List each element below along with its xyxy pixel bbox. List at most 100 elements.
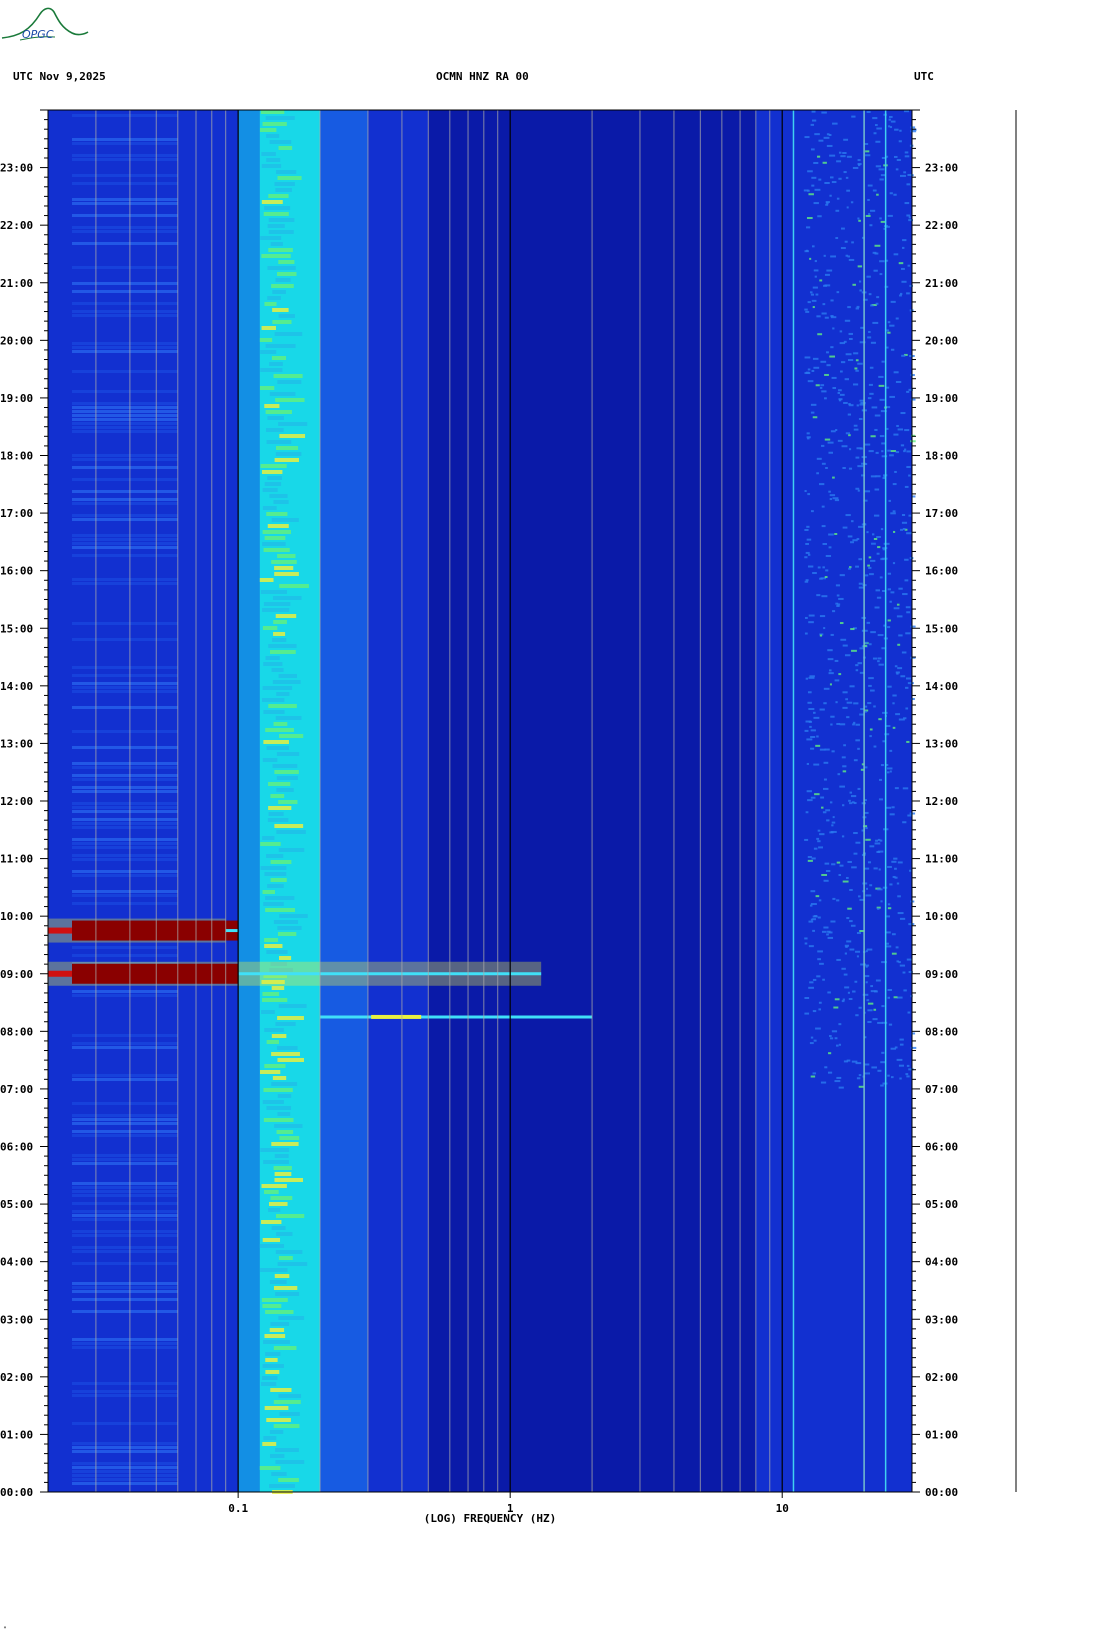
- hf-noise-speck: [809, 257, 812, 260]
- low-freq-stripe: [72, 666, 178, 669]
- microseism-cell: [278, 1316, 305, 1320]
- hf-noise-speck: [841, 445, 848, 448]
- hf-noise-speck: [831, 376, 837, 379]
- hf-noise-speck: [879, 839, 883, 842]
- low-freq-stripe: [72, 182, 178, 185]
- hf-noise-speck: [822, 787, 829, 790]
- hf-noise-speck: [857, 662, 863, 665]
- microseism-cell: [273, 620, 287, 624]
- microseism-cell: [265, 410, 292, 414]
- hf-noise-speck: [806, 538, 812, 541]
- hf-noise-speck: [876, 535, 881, 538]
- hf-noise-speck: [829, 831, 834, 834]
- hf-noise-speck: [902, 821, 907, 824]
- hf-noise-speck: [838, 1043, 841, 1046]
- low-freq-stripe: [72, 690, 178, 693]
- hf-noise-speck: [844, 240, 848, 243]
- hf-noise-speck: [812, 1072, 817, 1075]
- microseism-cell: [270, 878, 287, 882]
- hf-noise-speck: [874, 124, 878, 127]
- y-tick-label-left: 17:00: [0, 507, 33, 520]
- y-tick-label-left: 01:00: [0, 1428, 33, 1441]
- hf-noise-speck: [873, 705, 876, 708]
- hf-noise-speck: [850, 795, 857, 798]
- low-freq-stripe: [72, 1474, 178, 1477]
- low-freq-stripe: [72, 1482, 178, 1485]
- microseism-cell: [271, 518, 299, 522]
- hf-noise-speck: [893, 433, 899, 436]
- microseism-cell: [271, 668, 284, 672]
- hf-noise-speck: [832, 122, 838, 125]
- low-freq-stripe: [72, 202, 178, 205]
- hf-noise-speck: [905, 677, 911, 680]
- hf-noise-speck: [832, 610, 836, 613]
- microseism-cell: [268, 218, 295, 222]
- event-peak: [371, 1014, 422, 1019]
- hf-noise-speck: [897, 667, 903, 670]
- microseism-cell: [271, 1226, 286, 1230]
- microseism-cell: [268, 230, 294, 234]
- microseism-cell: [263, 548, 290, 552]
- hf-noise-speck: [887, 588, 891, 591]
- low-freq-stripe: [72, 990, 178, 993]
- hf-noise-speck: [887, 988, 893, 991]
- hf-noise-speck: [828, 1052, 832, 1055]
- hf-noise-speck: [864, 443, 871, 446]
- hf-noise-speck: [851, 866, 857, 869]
- hf-noise-speck: [827, 658, 834, 661]
- low-freq-stripe: [72, 498, 178, 501]
- hf-noise-speck: [865, 838, 871, 841]
- hf-noise-speck: [842, 770, 847, 773]
- microseism-cell: [275, 1448, 299, 1452]
- hf-noise-speck: [824, 373, 829, 376]
- hf-noise-speck: [836, 722, 841, 725]
- hf-noise-speck: [890, 591, 895, 594]
- hf-noise-speck: [880, 900, 883, 903]
- microseism-cell: [265, 1310, 294, 1314]
- microseism-cell: [264, 482, 282, 486]
- hf-noise-speck: [842, 880, 849, 883]
- hf-noise-speck: [865, 150, 870, 153]
- low-freq-stripe: [72, 198, 178, 201]
- hf-noise-speck: [821, 930, 827, 933]
- low-freq-stripe: [72, 346, 178, 349]
- hf-noise-speck: [845, 698, 849, 701]
- hf-noise-speck: [892, 562, 896, 565]
- hf-noise-speck: [899, 964, 906, 967]
- y-tick-label-left: 22:00: [0, 219, 33, 232]
- low-freq-stripe: [72, 786, 178, 789]
- low-freq-stripe: [72, 534, 178, 537]
- hf-noise-speck: [857, 362, 863, 365]
- microseism-cell: [270, 242, 283, 246]
- hf-noise-speck: [901, 514, 906, 517]
- hf-noise-speck: [876, 296, 880, 299]
- microseism-cell: [276, 752, 300, 756]
- microseism-cell: [273, 374, 303, 378]
- microseism-cell: [269, 650, 296, 654]
- hf-noise-speck: [905, 686, 909, 689]
- hf-noise-speck: [878, 384, 885, 387]
- hf-noise-speck: [857, 489, 860, 492]
- hf-noise-speck: [872, 657, 878, 660]
- hf-noise-speck: [852, 990, 856, 993]
- hf-noise-speck: [899, 174, 906, 177]
- hf-noise-speck: [806, 790, 812, 793]
- microseism-cell: [273, 500, 289, 504]
- low-freq-stripe: [72, 410, 178, 413]
- hf-noise-speck: [889, 749, 893, 752]
- hf-noise-speck: [823, 761, 829, 764]
- y-tick-label-left: 03:00: [0, 1313, 33, 1326]
- hf-noise-speck: [826, 819, 830, 822]
- microseism-cell: [271, 560, 297, 564]
- hf-noise-speck: [853, 832, 858, 835]
- hf-noise-speck: [879, 398, 885, 401]
- microseism-cell: [264, 1064, 286, 1068]
- hf-noise-speck: [814, 915, 817, 918]
- hf-noise-speck: [822, 303, 826, 306]
- hf-noise-speck: [867, 184, 873, 187]
- hf-noise-speck: [892, 483, 897, 486]
- hf-noise-speck: [873, 1008, 877, 1011]
- low-freq-stripe: [72, 406, 178, 409]
- hf-noise-speck: [823, 926, 829, 929]
- hf-noise-speck: [832, 897, 836, 900]
